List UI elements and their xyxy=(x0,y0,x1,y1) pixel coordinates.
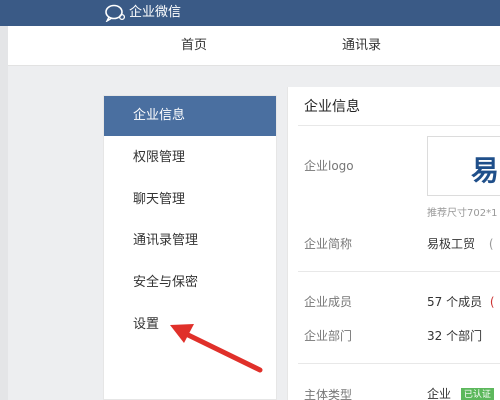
sidebar-item-contacts-management[interactable]: 通讯录管理 xyxy=(104,221,276,261)
left-page-edge xyxy=(0,26,8,400)
company-logo[interactable]: 易 xyxy=(427,136,500,196)
members-value: 57 个成员 ( xyxy=(427,293,495,310)
sidebar-item-settings[interactable]: 设置 xyxy=(104,305,276,345)
entity-type-label: 主体类型 xyxy=(304,388,353,400)
sidebar-item-company-info[interactable]: 企业信息 xyxy=(104,96,276,136)
members-label: 企业成员 xyxy=(304,295,353,309)
short-name-extra: ( xyxy=(488,237,494,251)
divider xyxy=(298,363,500,364)
title-divider xyxy=(298,125,500,126)
short-name-value: 易极工贸 ( xyxy=(427,235,494,252)
logo-size-hint: 推荐尺寸702*1 xyxy=(427,208,498,219)
members-count[interactable]: 57 个成员 xyxy=(427,295,482,309)
company-info-panel: 企业信息 企业logo 易 推荐尺寸702*1 企业简称 易极工贸 ( 企业成员… xyxy=(287,87,500,400)
sidebar-item-security[interactable]: 安全与保密 xyxy=(104,263,276,303)
logo-label: 企业logo xyxy=(304,159,354,173)
departments-value[interactable]: 32 个部门 xyxy=(427,327,482,344)
top-bar: 企业微信 xyxy=(0,0,500,26)
entity-type-value: 企业 已认证 xyxy=(427,385,494,400)
short-name-label: 企业简称 xyxy=(304,237,353,251)
short-name-text: 易极工贸 xyxy=(427,237,476,251)
app-title: 企业微信 xyxy=(129,5,182,20)
logo-character: 易 xyxy=(471,154,500,187)
settings-sidebar: 企业信息 权限管理 聊天管理 通讯录管理 安全与保密 设置 xyxy=(103,95,277,400)
departments-label: 企业部门 xyxy=(304,329,353,343)
members-extra: ( xyxy=(489,295,495,309)
verified-badge: 已认证 xyxy=(460,387,494,400)
page-title: 企业信息 xyxy=(304,99,360,115)
sidebar-item-chat-management[interactable]: 聊天管理 xyxy=(104,180,276,220)
brand[interactable]: 企业微信 xyxy=(104,3,181,23)
sidebar-item-permissions[interactable]: 权限管理 xyxy=(104,138,276,178)
entity-type-text: 企业 xyxy=(427,387,452,400)
nav-home[interactable]: 首页 xyxy=(181,37,207,55)
nav-bar: 首页 通讯录 xyxy=(8,26,500,66)
chat-bubble-icon xyxy=(105,4,126,22)
nav-contacts[interactable]: 通讯录 xyxy=(342,37,381,55)
divider xyxy=(298,271,500,272)
